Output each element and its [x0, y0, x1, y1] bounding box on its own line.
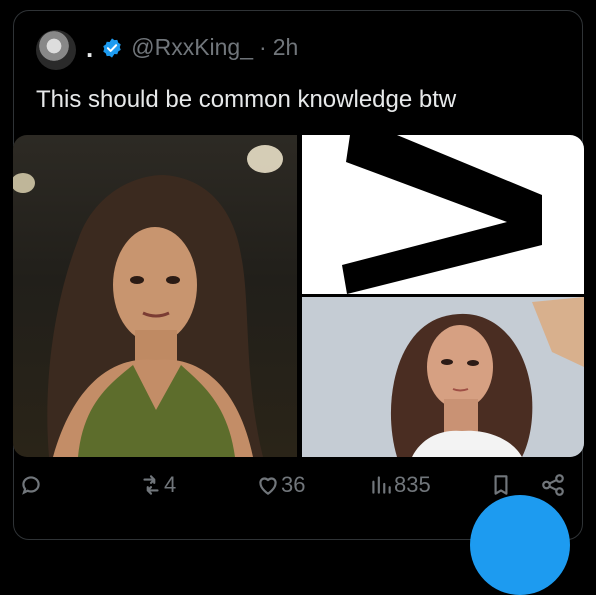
photo-top-right[interactable] — [302, 135, 584, 294]
share-icon — [542, 474, 564, 496]
separator-dot: · — [259, 34, 267, 60]
tweet-header: . @RxxKing_ · 2h — [86, 34, 298, 61]
tweet-text: This should be common knowledge btw — [36, 86, 457, 113]
like-count: 36 — [281, 472, 306, 497]
verified-badge-icon — [103, 37, 121, 58]
photo-bottom-right[interactable] — [302, 297, 584, 457]
heart-icon — [259, 477, 277, 495]
view-count: 835 — [394, 472, 431, 497]
reply-icon — [22, 476, 40, 495]
share-button[interactable] — [540, 472, 566, 498]
views-chart-icon — [372, 476, 391, 494]
views-button[interactable]: 835 — [368, 472, 431, 498]
bookmark-icon — [494, 475, 508, 495]
like-button[interactable]: 36 — [255, 472, 305, 498]
compose-button[interactable] — [470, 495, 570, 595]
photo-left[interactable] — [13, 135, 297, 457]
user-handle[interactable]: @RxxKing_ — [131, 34, 253, 61]
retweet-button[interactable]: 4 — [138, 472, 176, 498]
display-name[interactable]: . — [86, 35, 93, 61]
woman-portrait-illustration — [13, 145, 283, 457]
bookmark-button[interactable] — [488, 472, 514, 498]
greater-than-symbol-image — [342, 135, 542, 294]
reply-button[interactable] — [18, 472, 44, 498]
avatar[interactable] — [36, 30, 76, 70]
woman-portrait-illustration-2 — [302, 297, 584, 457]
retweet-count: 4 — [164, 472, 177, 497]
timestamp[interactable]: 2h — [273, 34, 299, 61]
media-grid[interactable] — [13, 135, 584, 457]
retweet-icon — [143, 475, 159, 495]
